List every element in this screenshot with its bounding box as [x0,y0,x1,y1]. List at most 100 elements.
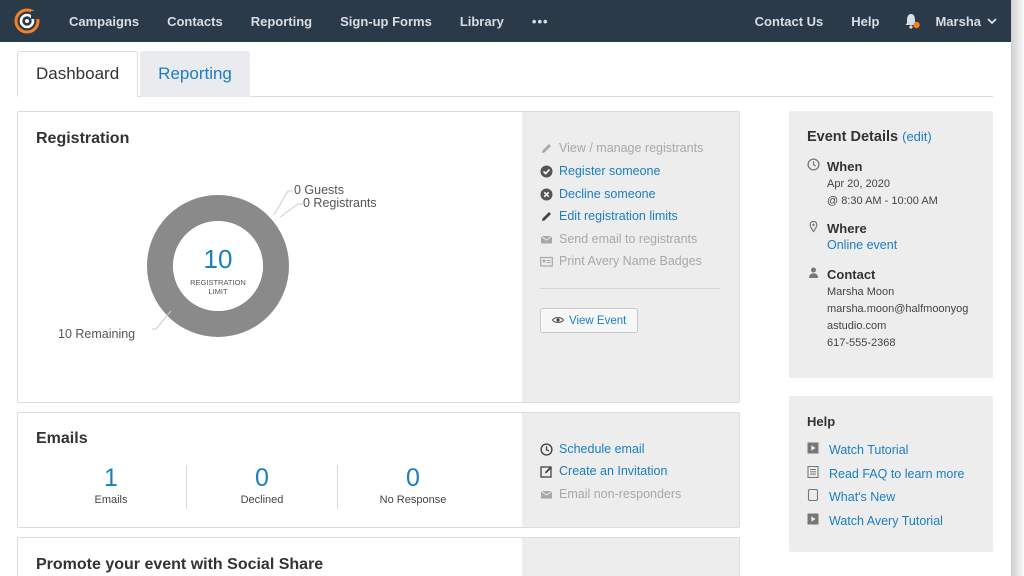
stat-declined-value: 0 [255,464,269,492]
watch-avery-tutorial-link[interactable]: Watch Avery Tutorial [807,513,943,528]
watch-tutorial-link[interactable]: Watch Tutorial [807,442,908,457]
x-circle-icon [540,188,553,201]
stat-emails-label: Emails [94,494,128,506]
emails-panel: Emails 1 Emails 0 Declined 0 No Response… [17,412,740,528]
contact-section: Contact Marsha Moon marsha.moon@halfmoon… [807,266,968,352]
read-faq-link[interactable]: Read FAQ to learn more [807,465,965,481]
help-card: Help Watch Tutorial Read FAQ to learn mo… [789,396,993,552]
create-invitation-link[interactable]: Create an Invitation [540,464,667,478]
eye-icon [551,315,565,327]
tab-dashboard[interactable]: Dashboard [17,51,139,97]
window-edge [1011,0,1024,576]
where-label: Where [827,220,867,236]
contact-phone: 617-555-2368 [827,337,896,349]
map-pin-icon [807,220,820,236]
nav-signup-forms[interactable]: Sign-up Forms [326,14,446,29]
register-someone-link[interactable]: Register someone [540,164,660,178]
when-label: When [827,158,863,174]
contact-email-line-2: astudio.com [827,320,887,332]
social-share-sidebar [522,538,739,576]
action-label: View / manage registrants [559,141,704,155]
registration-panel: Registration 10 REGISTRATION LIMIT 0 Gue… [17,111,740,403]
view-event-button[interactable]: View Event [540,308,639,333]
action-label: Email non-responders [559,487,682,501]
nav-library[interactable]: Library [446,14,518,29]
envelope-icon [540,233,553,246]
registration-title: Registration [36,130,130,147]
registration-actions-sidebar: View / manage registrants Register someo… [522,112,739,402]
constant-contact-logo-icon[interactable] [13,7,41,35]
action-label: Register someone [559,164,661,178]
event-details-card: Event Details (edit) When Apr 20, 2020 @… [789,111,993,378]
event-date: Apr 20, 2020 [827,178,890,190]
where-section: Where Online event [807,220,897,252]
contact-label: Contact [827,266,876,282]
whats-new-link[interactable]: What's New [807,488,896,504]
view-manage-registrants-link[interactable]: View / manage registrants [540,141,703,155]
edit-registration-limits-link[interactable]: Edit registration limits [540,209,678,223]
chart-leader-lines [152,190,303,330]
print-avery-badges-link[interactable]: Print Avery Name Badges [540,254,702,268]
edit-box-icon [540,465,553,478]
user-menu[interactable]: Marsha [935,14,1011,29]
nav-contacts[interactable]: Contacts [153,14,237,29]
user-name: Marsha [935,13,981,29]
video-icon [807,442,819,457]
event-details-title: Event Details (edit) [807,129,932,145]
decline-someone-link[interactable]: Decline someone [540,187,656,201]
nav-help[interactable]: Help [837,14,893,29]
clock-icon [540,442,553,456]
event-details-heading: Event Details [807,129,899,145]
nav-campaigns[interactable]: Campaigns [55,14,153,29]
actions-divider [540,288,720,289]
action-label: Print Avery Name Badges [559,254,702,268]
view-event-label: View Event [569,314,627,327]
check-circle-icon [540,165,553,178]
nav-reporting[interactable]: Reporting [237,14,326,29]
help-item-label: What's New [829,489,896,504]
nav-contact-us[interactable]: Contact Us [741,14,838,29]
email-non-responders-link[interactable]: Email non-responders [540,487,681,501]
envelope-icon [540,488,553,501]
chevron-down-icon [987,18,997,25]
registrants-annotation: 0 Registrants [303,196,377,210]
help-item-label: Read FAQ to learn more [829,466,965,481]
stat-declined-label: Declined [240,494,284,506]
tab-reporting[interactable]: Reporting [140,51,250,97]
tab-bar: Dashboard Reporting [17,51,993,97]
help-item-label: Watch Avery Tutorial [829,513,943,528]
online-event-link[interactable]: Online event [827,238,897,252]
send-email-registrants-link[interactable]: Send email to registrants [540,232,697,246]
action-label: Decline someone [559,187,656,201]
document-icon [807,465,819,481]
social-share-panel: Promote your event with Social Share [17,537,740,576]
help-title: Help [807,414,836,429]
emails-title: Emails [36,430,88,447]
notification-bell-icon[interactable] [903,12,921,30]
action-label: Edit registration limits [559,209,678,223]
clock-icon [807,158,820,174]
remaining-annotation: 10 Remaining [58,327,136,341]
pencil-icon [540,210,553,223]
help-item-label: Watch Tutorial [829,442,909,457]
top-navigation: Campaigns Contacts Reporting Sign-up For… [0,0,1011,42]
event-time: @ 8:30 AM - 10:00 AM [827,195,938,207]
social-share-title: Promote your event with Social Share [36,556,324,573]
pencil-icon [540,142,553,155]
video-icon [807,513,819,528]
stat-declined: 0 Declined [187,464,337,506]
contact-name: Marsha Moon [827,286,895,298]
edit-event-link[interactable]: (edit) [902,129,932,144]
more-menu-icon[interactable]: ••• [518,14,563,29]
badge-icon [540,255,553,268]
guests-annotation: 0 Guests [294,183,345,197]
stat-emails-value: 1 [104,464,118,492]
contact-email-line-1: marsha.moon@halfmoonyog [827,303,969,315]
person-icon [807,266,820,282]
stat-no-response: 0 No Response [338,464,488,506]
stat-emails: 1 Emails [36,464,186,506]
stat-no-response-value: 0 [406,464,420,492]
emails-actions-sidebar: Schedule email Create an Invitation Emai… [522,413,739,527]
schedule-email-link[interactable]: Schedule email [540,442,644,456]
action-label: Schedule email [559,442,645,456]
